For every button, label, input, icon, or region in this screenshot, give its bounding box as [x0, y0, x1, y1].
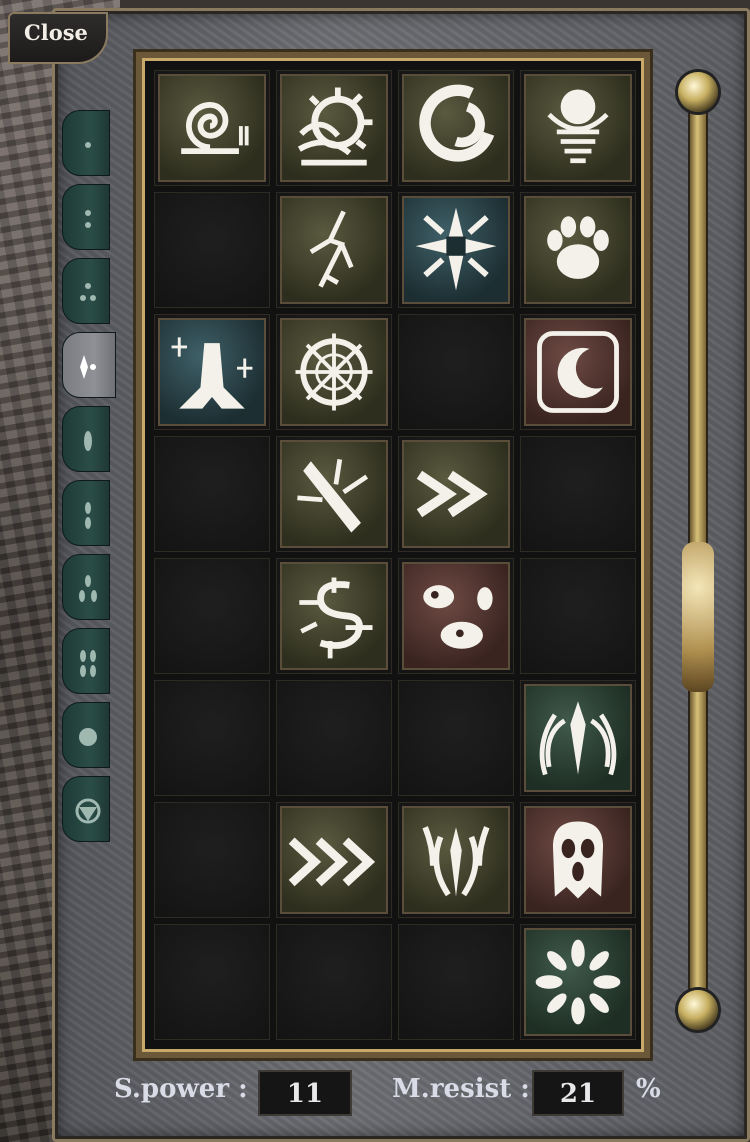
empty-spell-slot: [276, 924, 392, 1040]
spell-power-label: S.power :: [114, 1074, 248, 1104]
category-tab[interactable]: [62, 480, 110, 546]
paw-spell-icon[interactable]: [524, 196, 632, 304]
spell-slot[interactable]: [398, 802, 514, 918]
spellbook-window: Close S.power : 11 M.resist : 21 %: [0, 0, 750, 1142]
magic-resist-value: 21: [532, 1070, 624, 1116]
web-wheel-spell-icon[interactable]: [280, 318, 388, 426]
spell-slot[interactable]: [520, 680, 636, 796]
prayer-hands-spell-icon[interactable]: [158, 318, 266, 426]
scroll-thumb[interactable]: [682, 542, 714, 692]
category-tab[interactable]: [62, 628, 110, 694]
close-button[interactable]: Close: [24, 20, 88, 45]
scroll-up-knob[interactable]: [678, 72, 718, 112]
spell-slot[interactable]: [276, 70, 392, 186]
spell-slot[interactable]: [520, 192, 636, 308]
boulders-spell-icon[interactable]: [402, 562, 510, 670]
spell-slot[interactable]: [520, 924, 636, 1040]
spell-slot[interactable]: [154, 314, 270, 430]
ghost-face-spell-icon[interactable]: [524, 806, 632, 914]
spell-slot[interactable]: [398, 70, 514, 186]
magic-resist-label: M.resist :: [392, 1074, 530, 1104]
category-tab[interactable]: [62, 702, 110, 768]
triple-chevron-spell-icon[interactable]: [280, 806, 388, 914]
spell-slot[interactable]: [398, 436, 514, 552]
spell-grid-frame: [136, 52, 650, 1058]
spell-slot[interactable]: [520, 802, 636, 918]
spell-grid: [154, 70, 636, 1040]
radiant-sun-spell-icon[interactable]: [280, 74, 388, 182]
blade-strike-spell-icon[interactable]: [280, 440, 388, 548]
moon-frame-spell-icon[interactable]: [524, 318, 632, 426]
category-tab[interactable]: [62, 406, 110, 472]
category-tab[interactable]: [62, 258, 110, 324]
spell-power-value: 11: [258, 1070, 352, 1116]
scrollbar[interactable]: [676, 72, 720, 1032]
empty-spell-slot: [154, 436, 270, 552]
category-tabs: [62, 110, 116, 850]
category-tab[interactable]: [62, 554, 110, 620]
tribal-crest-spell-icon[interactable]: [402, 806, 510, 914]
category-tab[interactable]: [62, 332, 116, 398]
empty-spell-slot: [398, 924, 514, 1040]
spell-slot[interactable]: [276, 558, 392, 674]
empty-spell-slot: [520, 558, 636, 674]
winged-crest-spell-icon[interactable]: [524, 684, 632, 792]
orb-coil-spell-icon[interactable]: [524, 74, 632, 182]
lightning-crack-spell-icon[interactable]: [280, 196, 388, 304]
spell-slot[interactable]: [520, 70, 636, 186]
spell-slot[interactable]: [276, 436, 392, 552]
rune-glyph-spell-icon[interactable]: [280, 562, 388, 670]
empty-spell-slot: [154, 680, 270, 796]
petal-burst-spell-icon[interactable]: [524, 928, 632, 1036]
category-tab[interactable]: [62, 776, 110, 842]
empty-spell-slot: [276, 680, 392, 796]
empty-spell-slot: [398, 314, 514, 430]
snail-spell-icon[interactable]: [158, 74, 266, 182]
spell-slot[interactable]: [276, 802, 392, 918]
empty-spell-slot: [154, 192, 270, 308]
spell-slot[interactable]: [276, 192, 392, 308]
empty-spell-slot: [154, 802, 270, 918]
star-burst-spell-icon[interactable]: [402, 196, 510, 304]
empty-spell-slot: [398, 680, 514, 796]
scroll-down-knob[interactable]: [678, 990, 718, 1030]
category-tab[interactable]: [62, 184, 110, 250]
spell-slot[interactable]: [398, 558, 514, 674]
category-tab[interactable]: [62, 110, 110, 176]
spell-slot[interactable]: [276, 314, 392, 430]
double-chevron-spell-icon[interactable]: [402, 440, 510, 548]
empty-spell-slot: [520, 436, 636, 552]
swirl-spell-icon[interactable]: [402, 74, 510, 182]
empty-spell-slot: [154, 558, 270, 674]
spell-slot[interactable]: [154, 70, 270, 186]
empty-spell-slot: [154, 924, 270, 1040]
spell-slot[interactable]: [398, 192, 514, 308]
magic-resist-unit: %: [636, 1074, 661, 1104]
spell-slot[interactable]: [520, 314, 636, 430]
